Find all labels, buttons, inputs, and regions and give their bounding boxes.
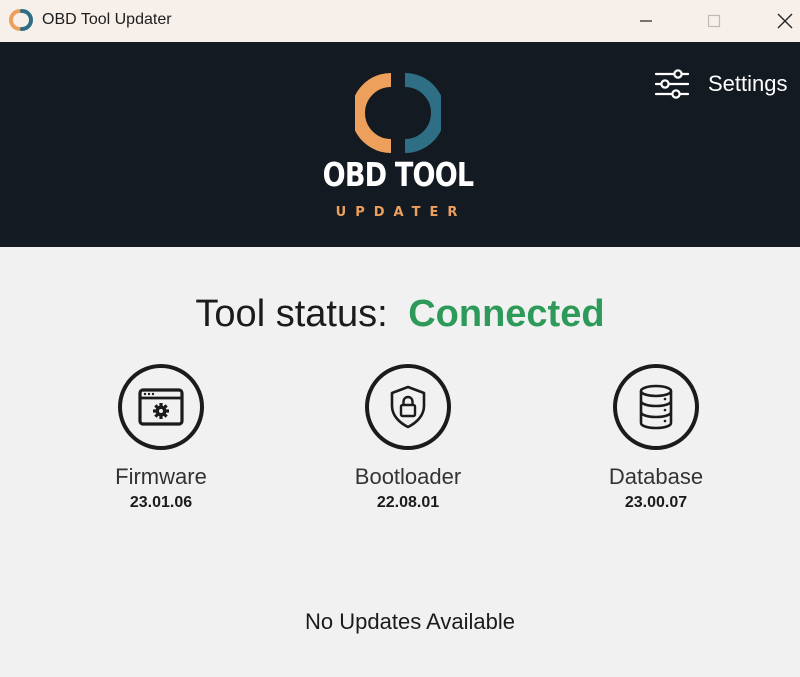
bootloader-name: Bootloader: [354, 464, 462, 489]
window-title: OBD Tool Updater: [42, 11, 172, 28]
maximize-button[interactable]: [691, 0, 737, 42]
database-icon-circle: [613, 364, 699, 450]
database-icon: [639, 384, 673, 430]
settings-label: Settings: [708, 71, 788, 96]
update-status-message: No Updates Available: [305, 609, 515, 634]
status-label: Tool status:: [195, 293, 388, 335]
sliders-icon: [654, 69, 690, 99]
database-version: 23.00.07: [624, 494, 688, 511]
firmware-component: Firmware 23.01.06: [81, 364, 241, 512]
app-header: OBD TOOL UPDATER Settings: [0, 42, 800, 247]
settings-button[interactable]: Settings: [652, 64, 800, 104]
bootloader-component: Bootloader 22.08.01: [328, 364, 488, 512]
database-component: Database 23.00.07: [576, 364, 736, 512]
bootloader-version: 22.08.01: [376, 494, 440, 511]
maximize-icon: [707, 14, 721, 28]
close-button[interactable]: [762, 0, 800, 42]
firmware-icon-circle: [118, 364, 204, 450]
database-name: Database: [608, 464, 704, 489]
obd-logo-icon: [355, 73, 441, 153]
window-title-bar: OBD Tool Updater: [0, 0, 800, 42]
logo-subtitle: UPDATER: [335, 205, 467, 220]
minimize-icon: [640, 20, 652, 22]
firmware-name: Firmware: [115, 464, 207, 489]
tool-status: Tool status: Connected: [0, 293, 800, 336]
firmware-window-gear-icon: [138, 388, 184, 426]
minimize-button[interactable]: [623, 0, 669, 42]
status-value: Connected: [408, 293, 605, 335]
shield-lock-icon: [390, 385, 426, 429]
bootloader-icon-circle: [365, 364, 451, 450]
app-logo-icon: [9, 9, 33, 31]
logo-title: OBD TOOL: [322, 155, 474, 194]
close-icon: [777, 13, 793, 29]
firmware-version: 23.01.06: [129, 494, 193, 511]
